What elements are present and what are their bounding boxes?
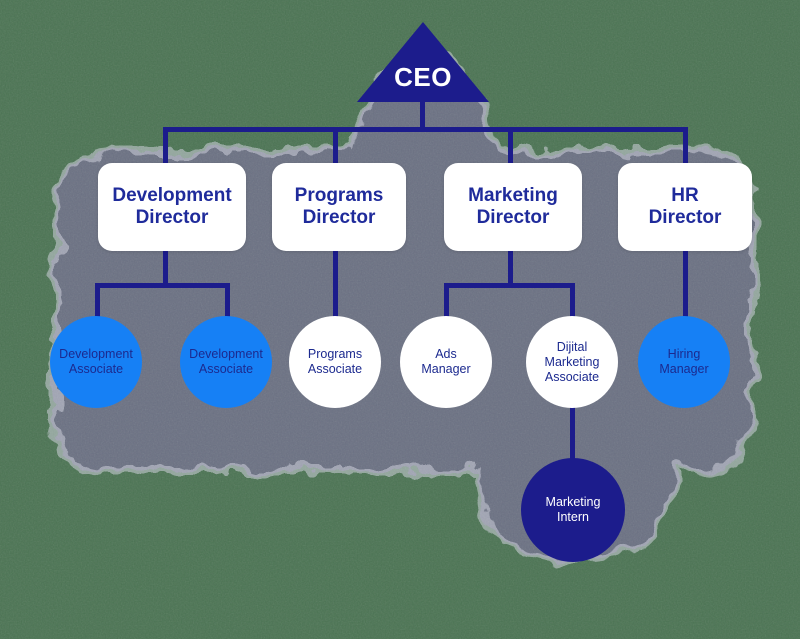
- programs-associate-label: Programs Associate: [307, 347, 363, 376]
- node-marketing-intern[interactable]: Marketing Intern: [521, 458, 625, 562]
- marketing-intern-label: Marketing Intern: [545, 495, 601, 524]
- org-chart: CEO Development Director Programs Direct…: [0, 0, 800, 639]
- connector-development-director-stem: [163, 251, 168, 286]
- node-programs-associate[interactable]: Programs Associate: [289, 316, 381, 408]
- connector-to-ads-manager: [444, 283, 449, 319]
- development-director-label: Development Director: [112, 185, 232, 228]
- programs-director-label: Programs Director: [294, 185, 384, 228]
- connector-to-programs-associate: [333, 251, 338, 319]
- connector-marketing-branch-bar: [444, 283, 575, 288]
- connector-bus-to-programs-director: [333, 127, 338, 165]
- node-development-associate-2[interactable]: Development Associate: [180, 316, 272, 408]
- node-dijital-marketing-associate[interactable]: Dijital Marketing Associate: [526, 316, 618, 408]
- hr-director-label: HR Director: [648, 185, 722, 228]
- connector-to-development-associate-2: [225, 283, 230, 319]
- node-programs-director[interactable]: Programs Director: [272, 163, 406, 251]
- connector-bus-to-hr-director: [683, 127, 688, 165]
- connector-bus-to-marketing-director: [508, 127, 513, 165]
- connector-marketing-director-stem: [508, 251, 513, 286]
- node-hiring-manager[interactable]: Hiring Manager: [638, 316, 730, 408]
- development-associate-2-label: Development Associate: [189, 347, 263, 376]
- connector-ceo-stem: [420, 100, 425, 130]
- connector-to-hiring-manager: [683, 251, 688, 319]
- node-ceo[interactable]: CEO: [357, 22, 489, 102]
- node-development-associate-1[interactable]: Development Associate: [50, 316, 142, 408]
- connector-development-branch-bar: [95, 283, 230, 288]
- node-marketing-director[interactable]: Marketing Director: [444, 163, 582, 251]
- connector-bus-to-development-director: [163, 127, 168, 165]
- development-associate-1-label: Development Associate: [59, 347, 133, 376]
- node-hr-director[interactable]: HR Director: [618, 163, 752, 251]
- hiring-manager-label: Hiring Manager: [659, 347, 709, 376]
- node-ads-manager[interactable]: Ads Manager: [400, 316, 492, 408]
- node-development-director[interactable]: Development Director: [98, 163, 246, 251]
- connector-director-bus: [163, 127, 688, 132]
- ads-manager-label: Ads Manager: [421, 347, 471, 376]
- connector-to-dijital-marketing-associate: [570, 283, 575, 319]
- ceo-label: CEO: [394, 62, 452, 92]
- marketing-director-label: Marketing Director: [468, 185, 558, 228]
- dijital-marketing-associate-label: Dijital Marketing Associate: [544, 339, 600, 384]
- connector-to-development-associate-1: [95, 283, 100, 319]
